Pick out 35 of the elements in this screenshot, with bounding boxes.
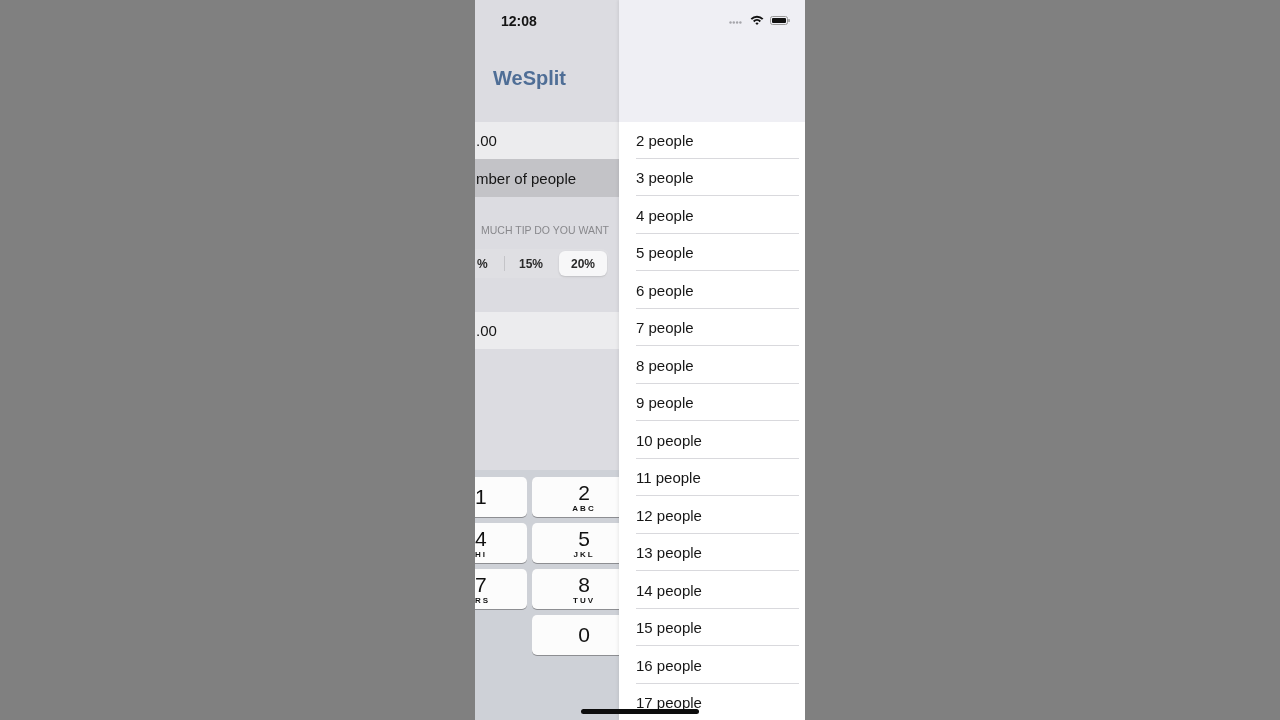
picker-option[interactable]: 15 people: [619, 609, 805, 647]
picker-option[interactable]: 9 people: [619, 384, 805, 422]
tip-segment[interactable]: 20%: [559, 251, 607, 276]
picker-option[interactable]: 4 people: [619, 197, 805, 235]
picker-option[interactable]: 16 people: [619, 647, 805, 685]
tip-segment[interactable]: %: [475, 256, 505, 271]
picker-option[interactable]: 17 people: [619, 684, 805, 720]
picker-option[interactable]: 8 people: [619, 347, 805, 385]
people-picker-row[interactable]: mber of people: [475, 159, 619, 197]
picker-option[interactable]: 11 people: [619, 459, 805, 497]
status-time: 12:08: [500, 12, 537, 29]
app-title: WeSplit: [493, 66, 566, 90]
wifi-icon: [750, 15, 764, 25]
picker-option[interactable]: 12 people: [619, 497, 805, 535]
battery-icon: [770, 16, 790, 25]
total-amount: .00: [475, 312, 619, 349]
picker-option[interactable]: 2 people: [619, 122, 805, 160]
picker-option[interactable]: 7 people: [619, 309, 805, 347]
picker-option[interactable]: 10 people: [619, 422, 805, 460]
keypad-key[interactable]: 2 ABC: [532, 477, 619, 517]
keypad-key[interactable]: 7 RS: [475, 569, 527, 609]
keypad-key[interactable]: 0: [532, 615, 619, 655]
picker-option[interactable]: 3 people: [619, 159, 805, 197]
keypad-key[interactable]: 8 TUV: [532, 569, 619, 609]
picker-option[interactable]: 14 people: [619, 572, 805, 610]
picker-option[interactable]: 13 people: [619, 534, 805, 572]
keypad-key[interactable]: 1: [475, 477, 527, 517]
picker-option[interactable]: 5 people: [619, 234, 805, 272]
keypad-key[interactable]: 5 JKL: [532, 523, 619, 563]
cellular-signal-icon: [729, 21, 742, 24]
tip-segment[interactable]: 15%: [507, 251, 555, 276]
section-header: MUCH TIP DO YOU WANT: [481, 224, 609, 237]
amount-field[interactable]: .00: [475, 122, 619, 159]
picker-option[interactable]: 6 people: [619, 272, 805, 310]
keypad-key[interactable]: 4 HI: [475, 523, 527, 563]
